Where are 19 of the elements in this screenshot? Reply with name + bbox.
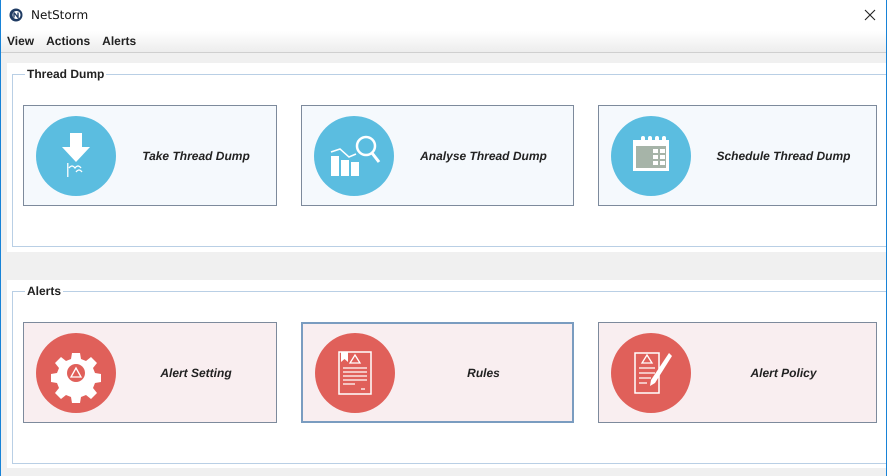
action-card[interactable]: Analyse Thread Dump [301,105,574,206]
document-warning-icon [315,332,395,412]
action-card[interactable]: Take Thread Dump [23,105,277,206]
menu-item[interactable]: View [7,34,34,48]
action-card[interactable]: Alert Policy [598,322,877,423]
close-icon[interactable] [864,9,876,21]
section-title: Thread Dump [26,67,106,81]
gear-warning-icon [36,332,116,412]
action-card[interactable]: Schedule Thread Dump [598,105,877,206]
section-title: Alerts [26,284,62,298]
menu-item[interactable]: Actions [46,34,90,48]
document-pencil-icon [611,332,691,412]
action-card[interactable]: Rules [301,322,574,423]
app-logo-icon [9,8,23,22]
calendar-icon [611,116,691,196]
action-card[interactable]: Alert Setting [23,322,277,423]
menu-item[interactable]: Alerts [102,34,136,48]
chart-magnifier-icon [314,116,394,196]
window-title: NetStorm [31,8,90,22]
